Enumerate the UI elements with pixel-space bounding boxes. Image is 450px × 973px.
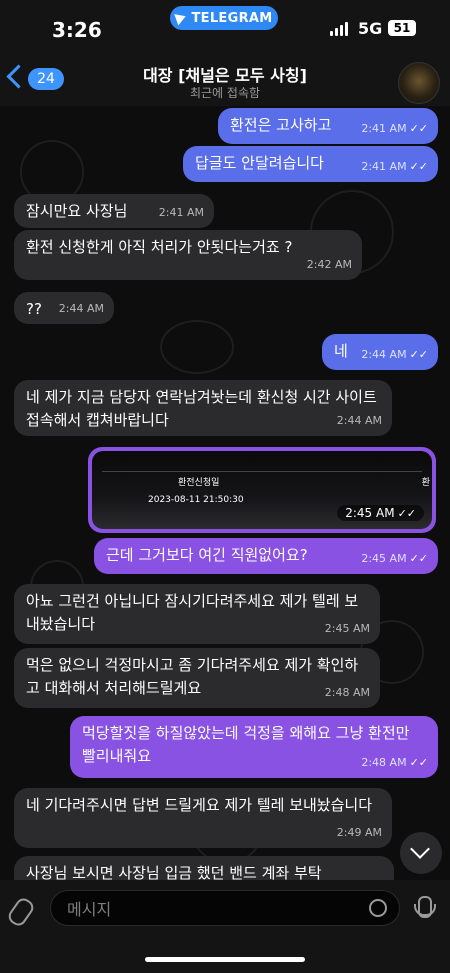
message-outgoing[interactable]: 환전은 고사하고 2:41 AM ✓✓	[218, 108, 438, 144]
home-indicator[interactable]	[145, 957, 305, 962]
message-time: 2:41 AM	[158, 206, 204, 219]
microphone-stand-icon	[414, 904, 436, 916]
image-datetime-text: 2023-08-11 21:50:30	[148, 495, 244, 505]
chat-header: 24 대장 [채널은 모두 사칭] 최근에 접속함	[0, 58, 450, 106]
read-check-icon: ✓✓	[409, 348, 428, 361]
message-text: 네	[334, 342, 348, 360]
chat-title[interactable]: 대장 [채널은 모두 사칭]	[110, 62, 340, 86]
attach-icon[interactable]	[5, 895, 37, 929]
message-outgoing[interactable]: 먹당할짓을 하질않았는데 걱정을 왜해요 그냥 환전만 빨리내줘요 2:48 A…	[70, 716, 438, 778]
unread-count-badge[interactable]: 24	[28, 68, 64, 90]
message-text: 환전은 고사하고	[230, 116, 332, 134]
message-outgoing[interactable]: 근데 그거보다 여긴 직원없어요? 2:45 AM ✓✓	[94, 538, 438, 574]
message-time: 2:48 AM ✓✓	[361, 756, 428, 769]
message-field[interactable]	[50, 890, 400, 926]
avatar[interactable]	[398, 62, 440, 104]
message-image[interactable]: 환전신청일 환 2023-08-11 21:50:30 2:45 AM ✓✓	[88, 447, 436, 533]
status-bar: 3:26 TELEGRAM 5G 51	[0, 0, 450, 58]
message-time: 2:44 AM	[58, 302, 104, 315]
message-time: 2:41 AM ✓✓	[361, 160, 428, 173]
clock: 3:26	[52, 18, 102, 42]
message-incoming[interactable]: 환전 신청한게 아직 처리가 안됫다는거죠 ? 2:42 AM	[14, 230, 362, 280]
message-incoming[interactable]: 네 기다려주시면 답변 드릴게요 제가 텔레 보내놨습니다 2:49 AM	[14, 788, 392, 848]
back-chevron-icon[interactable]	[6, 64, 31, 89]
chat-subtitle: 최근에 접속함	[189, 86, 261, 100]
message-incoming[interactable]: 먹은 없으니 걱정마시고 좀 기다려주세요 제가 확인하고 대화해서 처리해드릴…	[14, 648, 380, 708]
background-doodle	[160, 320, 234, 374]
message-text: 네 기다려주시면 답변 드릴게요 제가 텔레 보내놨습니다	[26, 796, 373, 814]
read-check-icon: ✓✓	[409, 756, 428, 769]
message-incoming[interactable]: ?? 2:44 AM	[14, 292, 114, 324]
message-text: 환전 신청한게 아직 처리가 안됫다는거죠 ?	[26, 238, 293, 256]
message-text: 네 제가 지금 담당자 연락남겨놧는데 환신청 시간 사이트 접속해서 캡쳐바랍…	[26, 388, 377, 429]
read-check-icon: ✓✓	[409, 122, 428, 135]
telegram-pill[interactable]: TELEGRAM	[170, 6, 278, 30]
message-text: 먹은 없으니 걱정마시고 좀 기다려주세요 제가 확인하고 대화해서 처리해드릴…	[26, 656, 359, 697]
message-time: 2:44 AM	[336, 414, 382, 427]
network-type: 5G	[358, 19, 383, 38]
message-time: 2:44 AM ✓✓	[361, 348, 428, 361]
message-text: 근데 그거보다 여긴 직원없어요?	[106, 546, 308, 564]
chevron-down-icon	[410, 839, 430, 859]
message-time: 2:42 AM	[306, 258, 352, 271]
message-time: 2:45 AM	[324, 622, 370, 635]
telegram-label: TELEGRAM	[191, 10, 273, 26]
message-text: 답글도 안달려습니다	[195, 154, 324, 172]
message-time: 2:41 AM ✓✓	[361, 122, 428, 135]
message-time: 2:48 AM	[324, 686, 370, 699]
message-input[interactable]	[65, 897, 349, 921]
message-incoming[interactable]: 네 제가 지금 담당자 연락남겨놧는데 환신청 시간 사이트 접속해서 캡쳐바랍…	[14, 380, 392, 436]
sticker-icon[interactable]	[369, 899, 387, 917]
read-check-icon: ✓✓	[409, 160, 428, 173]
battery-icon: 51	[388, 20, 416, 36]
message-outgoing[interactable]: 네 2:44 AM ✓✓	[322, 334, 438, 370]
message-time: 2:49 AM	[336, 826, 382, 839]
message-incoming[interactable]: 아뇨 그런건 아닙니다 잠시기다려주세요 제가 텔레 보내놨습니다 2:45 A…	[14, 584, 380, 644]
screenshot-thumbnail[interactable]: 환전신청일 환 2023-08-11 21:50:30 2:45 AM ✓✓	[92, 451, 432, 529]
paper-plane-icon	[173, 10, 188, 26]
message-time: 2:45 AM ✓✓	[337, 505, 424, 521]
message-text: 잠시만요 사장님	[26, 202, 128, 220]
scroll-down-button[interactable]	[400, 832, 442, 874]
message-incoming[interactable]: 잠시만요 사장님 2:41 AM	[14, 194, 214, 228]
message-text: 아뇨 그런건 아닙니다 잠시기다려주세요 제가 텔레 보내놨습니다	[26, 592, 359, 633]
read-check-icon: ✓✓	[397, 507, 416, 520]
message-time: 2:45 AM ✓✓	[361, 552, 428, 565]
image-header-text: 환전신청일	[178, 478, 220, 488]
divider	[102, 471, 422, 472]
read-check-icon: ✓✓	[409, 552, 428, 565]
image-right-text: 환	[421, 478, 430, 488]
message-outgoing[interactable]: 답글도 안달려습니다 2:41 AM ✓✓	[183, 146, 438, 182]
message-text: ??	[26, 300, 42, 318]
signal-icon	[330, 22, 348, 36]
